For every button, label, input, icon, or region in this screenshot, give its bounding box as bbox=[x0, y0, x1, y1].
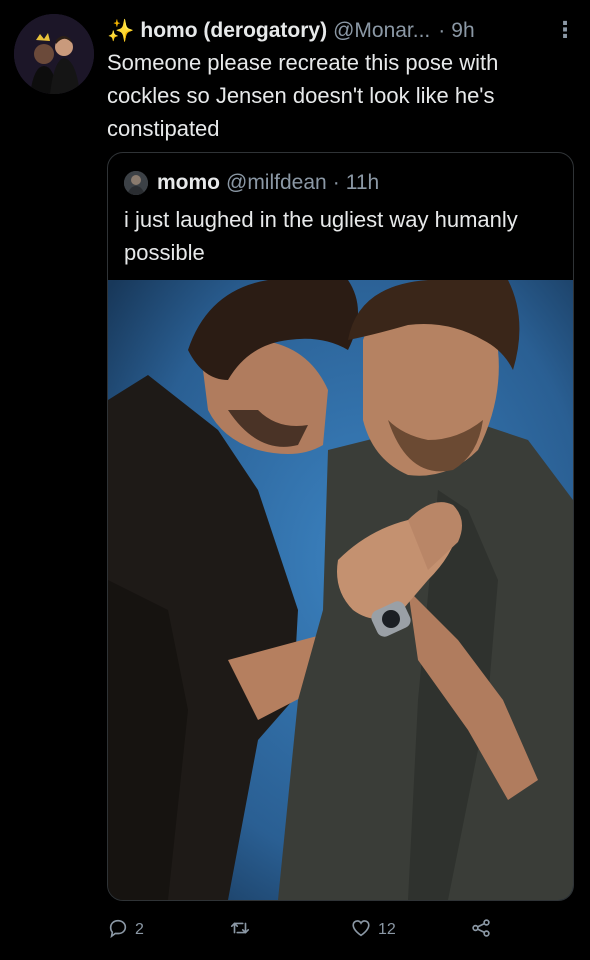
retweet-icon bbox=[229, 917, 251, 944]
like-count: 12 bbox=[378, 921, 396, 938]
share-icon bbox=[470, 917, 492, 944]
tweet-text: Someone please recreate this pose with c… bbox=[107, 50, 499, 141]
author-avatar[interactable] bbox=[14, 14, 94, 94]
quoted-author-display-name[interactable]: momo bbox=[157, 171, 220, 195]
retweet-button[interactable] bbox=[229, 912, 251, 948]
sparkle-icon: ✨ bbox=[107, 18, 135, 43]
quoted-header-separator: · bbox=[332, 171, 340, 194]
tweet-timestamp[interactable]: 9h bbox=[451, 19, 474, 43]
quoted-tweet-photo[interactable] bbox=[108, 280, 573, 900]
reply-button[interactable]: 2 bbox=[107, 912, 144, 948]
quoted-author-handle[interactable]: @milfdean bbox=[226, 171, 327, 195]
header-separator: · bbox=[438, 19, 446, 42]
quoted-tweet[interactable]: momo @milfdean · 11h i just laughed in t… bbox=[107, 152, 574, 901]
heart-icon bbox=[350, 917, 372, 944]
reply-count: 2 bbox=[135, 921, 144, 938]
like-button[interactable]: 12 bbox=[350, 912, 396, 948]
more-options-icon[interactable]: ⋮ bbox=[554, 17, 576, 43]
tweet-header: ✨ homo (derogatory) @Monar... · 9h ⋮ bbox=[107, 15, 576, 47]
quoted-tweet-timestamp[interactable]: 11h bbox=[346, 171, 379, 195]
share-button[interactable] bbox=[470, 912, 492, 948]
reply-icon bbox=[107, 917, 129, 944]
quoted-author-avatar[interactable] bbox=[124, 171, 148, 195]
author-display-name[interactable]: homo (derogatory) bbox=[140, 19, 327, 43]
tweet-actions: 2 12 bbox=[107, 912, 507, 948]
author-handle[interactable]: @Monar... bbox=[333, 19, 430, 43]
tweet[interactable]: ✨ homo (derogatory) @Monar... · 9h ⋮ Som… bbox=[0, 0, 590, 960]
quoted-tweet-header: momo @milfdean · 11h bbox=[124, 169, 379, 197]
quoted-tweet-text: i just laughed in the ugliest way humanl… bbox=[124, 207, 518, 265]
